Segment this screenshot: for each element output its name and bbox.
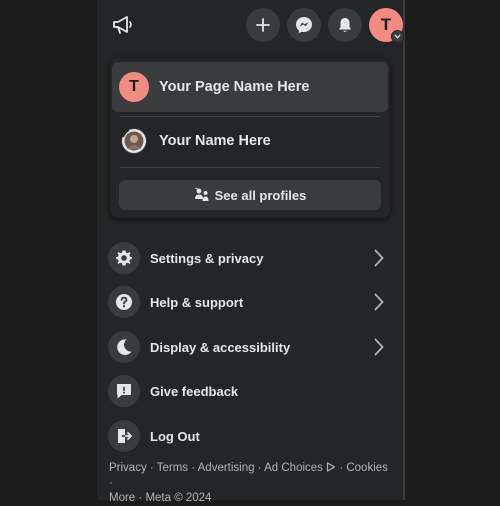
top-bar: T [97, 0, 404, 52]
menu-item-label: Settings & privacy [150, 250, 264, 266]
scrollbar[interactable] [403, 0, 405, 500]
menu-item-help[interactable]: Help & support [105, 282, 395, 322]
chevron-right-icon [371, 248, 387, 268]
see-all-profiles-label: See all profiles [214, 187, 307, 203]
copyright: Meta © 2024 [145, 492, 212, 504]
footer-link-ad-choices[interactable]: Ad Choices [264, 462, 336, 474]
footer-separator: · [336, 462, 347, 474]
see-all-profiles-button[interactable]: See all profiles [119, 180, 381, 210]
menu-item-label: Help & support [150, 294, 244, 310]
menu-item-label: Give feedback [150, 383, 239, 399]
messenger-icon [296, 17, 312, 34]
ad-choices-icon [327, 462, 336, 472]
right-background [403, 0, 500, 500]
chevron-down-icon[interactable] [391, 30, 404, 43]
footer-link-cookies[interactable]: Cookies [346, 462, 388, 474]
menu-item-feedback[interactable]: Give feedback [105, 371, 395, 411]
menu-item-label: Log Out [150, 428, 200, 444]
megaphone-icon[interactable] [110, 12, 136, 38]
footer: Privacy · Terms · Advertising · Ad Choic… [109, 461, 389, 506]
gear-icon [108, 242, 140, 274]
notifications-button[interactable] [328, 8, 362, 42]
footer-separator: · [146, 462, 157, 474]
footer-link-terms[interactable]: Terms [157, 462, 188, 474]
messenger-button[interactable] [287, 8, 321, 42]
chevron-right-icon [371, 337, 387, 357]
bell-icon [339, 18, 351, 32]
menu-item-display[interactable]: Display & accessibility [105, 327, 395, 367]
footer-link-privacy[interactable]: Privacy [109, 462, 147, 474]
create-button[interactable] [246, 8, 280, 42]
personal-avatar [119, 126, 149, 156]
avatar-initial: T [380, 15, 392, 34]
menu-item-logout[interactable]: Log Out [105, 416, 395, 456]
logout-icon [108, 420, 140, 452]
ad-choices-label: Ad Choices [264, 462, 323, 474]
divider [120, 167, 380, 168]
menu-item-settings[interactable]: Settings & privacy [105, 238, 395, 278]
footer-separator: · [254, 462, 265, 474]
profiles-card: T Your Page Name Here Your Name Here See… [110, 58, 390, 218]
personal-name: Your Name Here [159, 133, 271, 149]
chevron-right-icon [371, 292, 387, 312]
account-menu-panel: T T Your Page Name Here Your Name Here S… [97, 0, 404, 504]
footer-separator: · [135, 492, 146, 504]
profile-row-page[interactable]: T Your Page Name Here [112, 62, 388, 112]
profiles-icon [194, 188, 209, 201]
page-avatar-initial: T [129, 78, 139, 95]
question-icon [108, 286, 140, 318]
left-background [0, 0, 97, 500]
page-name: Your Page Name Here [159, 79, 310, 95]
plus-icon [256, 18, 270, 32]
moon-icon [108, 331, 140, 363]
footer-link-more[interactable]: More [109, 492, 135, 504]
footer-link-advertising[interactable]: Advertising [198, 462, 255, 474]
profile-photo-icon [122, 129, 146, 153]
feedback-icon [108, 375, 140, 407]
footer-separator: · [188, 462, 198, 474]
profile-row-personal[interactable]: Your Name Here [112, 116, 388, 166]
footer-separator: · [109, 477, 113, 489]
page-avatar: T [119, 72, 149, 102]
menu-item-label: Display & accessibility [150, 339, 291, 355]
